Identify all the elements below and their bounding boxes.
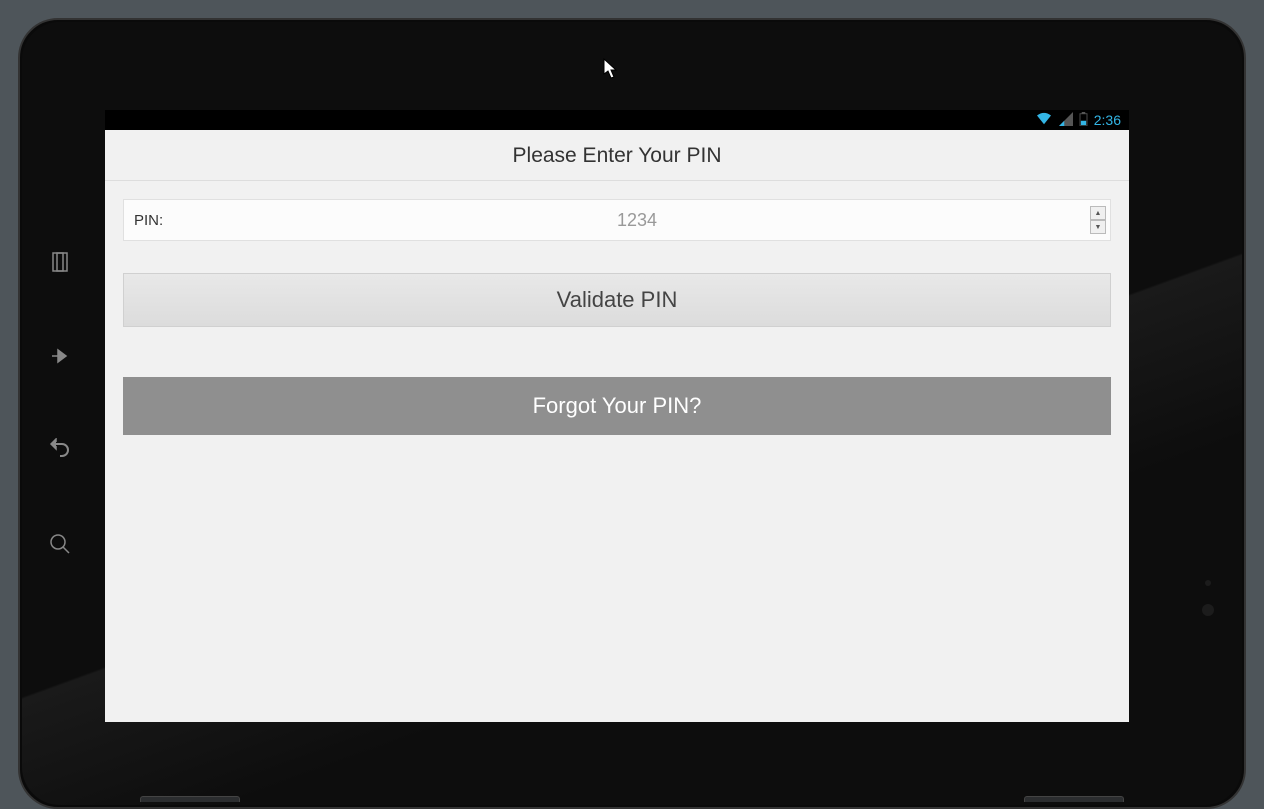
search-icon[interactable] <box>48 532 72 556</box>
spinner-up-button[interactable]: ▲ <box>1090 206 1106 220</box>
emulator-side-controls <box>48 250 72 556</box>
tablet-camera-sensors <box>1202 580 1214 616</box>
pin-input-row: PIN: ▲ ▼ <box>123 199 1111 241</box>
spinner-down-button[interactable]: ▼ <box>1090 220 1106 234</box>
app-screen: Please Enter Your PIN PIN: ▲ ▼ Validate … <box>105 130 1129 722</box>
cellular-signal-icon <box>1059 112 1073 129</box>
undo-return-icon[interactable] <box>48 438 72 462</box>
status-time: 2:36 <box>1094 112 1121 128</box>
tablet-device-frame: 2:36 Please Enter Your PIN PIN: ▲ ▼ Vali… <box>18 18 1246 809</box>
number-spinner: ▲ ▼ <box>1090 206 1106 234</box>
forgot-pin-button[interactable]: Forgot Your PIN? <box>123 377 1111 435</box>
validate-pin-button[interactable]: Validate PIN <box>123 273 1111 327</box>
android-status-bar: 2:36 <box>105 110 1129 130</box>
page-title: Please Enter Your PIN <box>105 130 1129 181</box>
recent-apps-icon[interactable] <box>48 250 72 274</box>
pin-input[interactable] <box>184 200 1090 240</box>
battery-icon <box>1079 112 1088 129</box>
pin-label: PIN: <box>124 212 184 229</box>
tablet-bottom-ports <box>20 796 1244 804</box>
forward-arrow-icon[interactable] <box>48 344 72 368</box>
wifi-icon <box>1035 112 1053 129</box>
